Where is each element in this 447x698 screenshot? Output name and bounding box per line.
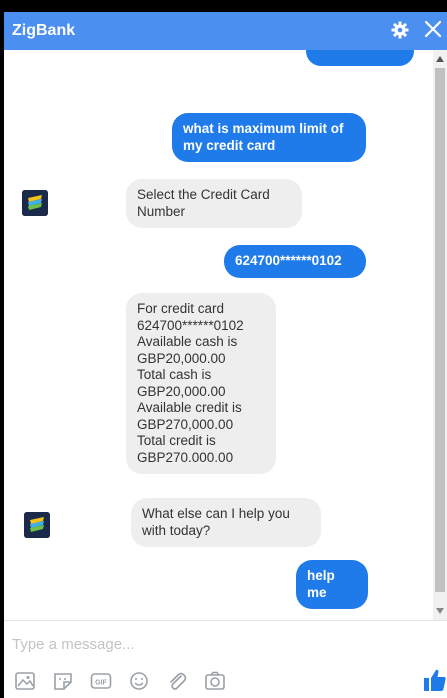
message-input[interactable] (12, 633, 392, 655)
scroll-up-arrow-icon[interactable] (436, 56, 444, 62)
user-message: 624700******0102 (224, 245, 366, 278)
close-icon[interactable] (423, 18, 443, 40)
bot-message: What else can I help you with today? (131, 498, 321, 547)
sticker-icon[interactable] (52, 671, 74, 691)
scroll-down-arrow-icon[interactable] (436, 608, 444, 614)
gear-icon[interactable] (390, 20, 410, 40)
thumbs-up-icon[interactable] (423, 667, 447, 693)
bot-avatar (22, 190, 48, 216)
chat-window: ZigBank what is maximum limit of my cred… (4, 12, 447, 698)
gif-icon[interactable]: GIF (90, 671, 112, 691)
user-message: help me (296, 560, 368, 609)
bot-avatar (24, 512, 50, 538)
image-icon[interactable] (14, 671, 36, 691)
chat-header: ZigBank (4, 12, 447, 50)
user-message: what is maximum limit of my credit card (172, 113, 366, 162)
scrollbar[interactable] (433, 50, 447, 620)
previous-message-bubble (306, 50, 414, 66)
svg-text:GIF: GIF (95, 680, 107, 687)
bot-message: Select the Credit Card Number (126, 179, 302, 228)
message-composer: GIF (4, 620, 447, 698)
camera-icon[interactable] (204, 671, 226, 691)
chat-title: ZigBank (12, 22, 76, 39)
bot-message: For credit card 624700******0102 Availab… (126, 293, 276, 474)
message-list[interactable]: what is maximum limit of my credit card … (4, 50, 447, 620)
emoji-icon[interactable] (128, 671, 150, 691)
attachment-icon[interactable] (166, 671, 188, 691)
scrollbar-thumb[interactable] (435, 68, 445, 592)
